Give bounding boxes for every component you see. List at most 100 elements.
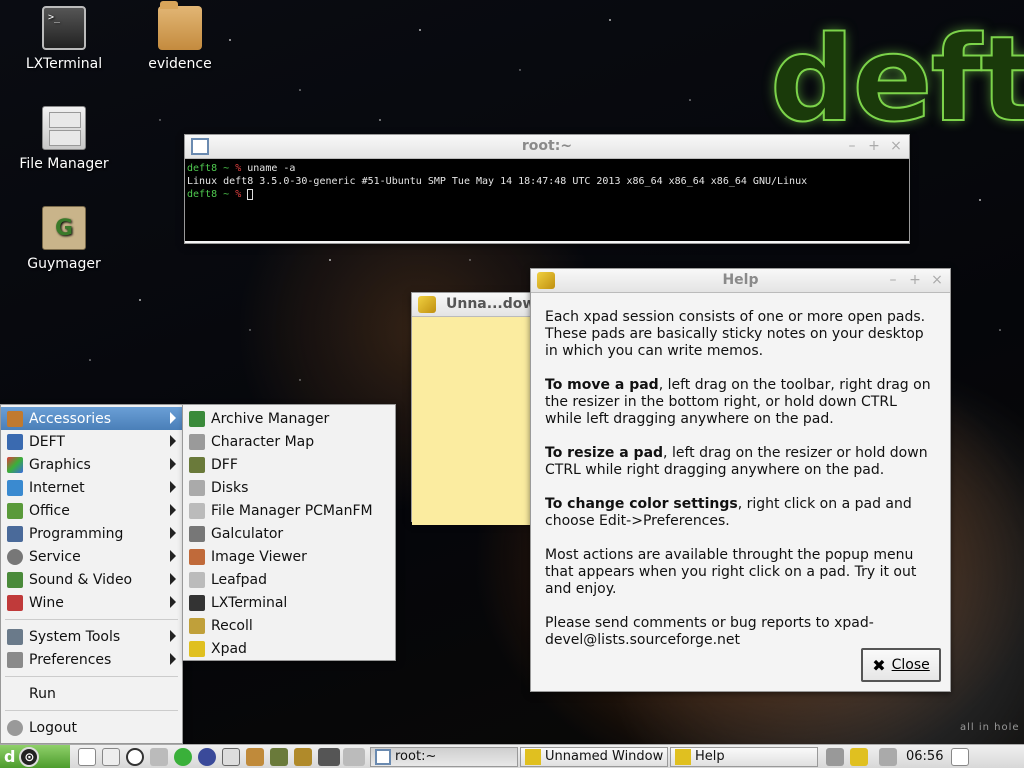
terminal-icon: >_ bbox=[42, 6, 86, 50]
menu-separator bbox=[5, 619, 178, 620]
minimize-icon[interactable]: – bbox=[845, 138, 859, 154]
text-cursor bbox=[247, 188, 254, 200]
maximize-icon[interactable]: + bbox=[867, 138, 881, 154]
help-paragraph: To change color settings, right click on… bbox=[545, 496, 912, 529]
xpad-icon bbox=[189, 640, 205, 657]
xpad-titlebar[interactable]: Unna...dow bbox=[412, 293, 540, 317]
graphics-icon bbox=[7, 456, 23, 473]
taskbar: d ⊙ root:~ Unnamed Window Help 06:56 bbox=[0, 744, 1024, 768]
start-menu-button[interactable]: d ⊙ bbox=[0, 744, 70, 768]
system-tools-icon bbox=[7, 628, 23, 645]
task-unnamed-window[interactable]: Unnamed Window bbox=[520, 746, 668, 767]
menu-item-image-viewer[interactable]: Image Viewer bbox=[183, 545, 395, 568]
pad-text-area[interactable] bbox=[412, 317, 540, 525]
preferences-icon bbox=[7, 651, 23, 668]
show-desktop-icon[interactable] bbox=[78, 747, 96, 766]
menu-item-logout[interactable]: Logout bbox=[1, 716, 182, 739]
menu-item-lxterminal[interactable]: LXTerminal bbox=[183, 591, 395, 614]
file-cabinet-icon bbox=[42, 106, 86, 150]
command-text: uname -a bbox=[247, 163, 296, 174]
xpad-icon bbox=[418, 296, 436, 313]
maximize-icon[interactable]: + bbox=[908, 272, 922, 288]
workspace-1-icon[interactable] bbox=[318, 747, 340, 766]
minimize-icon[interactable]: – bbox=[886, 272, 900, 288]
close-icon[interactable]: × bbox=[930, 272, 944, 288]
close-button[interactable]: ✖ Close bbox=[861, 648, 941, 682]
leafpad-icon bbox=[189, 571, 205, 588]
menu-item-recoll[interactable]: Recoll bbox=[183, 614, 395, 637]
dff-icon[interactable] bbox=[270, 747, 288, 766]
desktop-icon-guymager[interactable]: G Guymager bbox=[9, 206, 119, 272]
menu-item-office[interactable]: Office bbox=[1, 499, 182, 522]
task-terminal[interactable]: root:~ bbox=[370, 746, 518, 767]
menu-item-accessories[interactable]: Accessories bbox=[1, 407, 182, 430]
menu-item-service[interactable]: Service bbox=[1, 545, 182, 568]
menu-item-dff[interactable]: DFF bbox=[183, 453, 395, 476]
menu-item-file-manager-pcmanfm[interactable]: File Manager PCManFM bbox=[183, 499, 395, 522]
accessories-icon bbox=[7, 410, 23, 427]
menu-item-run[interactable]: Run bbox=[1, 682, 182, 705]
search-icon[interactable] bbox=[222, 747, 240, 766]
desktop-icon-file-manager[interactable]: File Manager bbox=[9, 106, 119, 172]
task-help[interactable]: Help bbox=[670, 746, 818, 767]
file-manager-icon[interactable] bbox=[246, 747, 264, 766]
menu-item-internet[interactable]: Internet bbox=[1, 476, 182, 499]
terminal-window: root:~ – + × deft8 ~ % uname -a Linux de… bbox=[184, 134, 910, 244]
eject-icon[interactable] bbox=[150, 747, 168, 766]
network-tray-icon[interactable] bbox=[879, 747, 897, 766]
prompt-tilde: ~ bbox=[223, 189, 230, 200]
window-title: Unna...dow bbox=[446, 296, 536, 312]
menu-item-archive-manager[interactable]: Archive Manager bbox=[183, 407, 395, 430]
desktop-icon-evidence[interactable]: evidence bbox=[125, 1, 235, 72]
clock: 06:56 bbox=[906, 749, 944, 764]
menu-item-graphics[interactable]: Graphics bbox=[1, 453, 182, 476]
tools-icon[interactable] bbox=[294, 747, 312, 766]
desktop-icon-label: File Manager bbox=[19, 156, 109, 172]
guymager-icon: G bbox=[42, 206, 86, 250]
globe-icon[interactable] bbox=[198, 747, 216, 766]
submenu-arrow-icon bbox=[170, 435, 176, 447]
text-editor-icon[interactable] bbox=[102, 747, 120, 766]
menu-item-sound-video[interactable]: Sound & Video bbox=[1, 568, 182, 591]
accessories-submenu: Archive Manager Character Map DFF Disks … bbox=[182, 404, 396, 661]
deft-logo-icon: ⊙ bbox=[19, 746, 40, 767]
network-icon[interactable] bbox=[174, 747, 192, 766]
submenu-arrow-icon bbox=[170, 630, 176, 642]
close-icon[interactable]: × bbox=[889, 138, 903, 154]
submenu-arrow-icon bbox=[170, 596, 176, 608]
help-window: Help – + × Each xpad session consists of… bbox=[530, 268, 951, 692]
menu-separator bbox=[5, 676, 178, 677]
workspace-2-icon[interactable] bbox=[343, 747, 365, 766]
menu-item-wine[interactable]: Wine bbox=[1, 591, 182, 614]
menu-item-disks[interactable]: Disks bbox=[183, 476, 395, 499]
help-text: Each xpad session consists of one or mor… bbox=[531, 293, 950, 682]
image-viewer-icon bbox=[189, 548, 205, 565]
help-paragraph: Each xpad session consists of one or mor… bbox=[545, 309, 926, 359]
xpad-tray-icon[interactable] bbox=[850, 747, 868, 766]
desktop-icon-lxterminal[interactable]: >_ LXTerminal bbox=[9, 6, 119, 72]
menu-item-preferences[interactable]: Preferences bbox=[1, 648, 182, 671]
prompt-symbol: % bbox=[235, 163, 242, 174]
clock-app-icon[interactable] bbox=[126, 747, 144, 766]
menu-item-leafpad[interactable]: Leafpad bbox=[183, 568, 395, 591]
prompt-host: deft8 bbox=[187, 163, 218, 174]
terminal-titlebar[interactable]: root:~ – + × bbox=[185, 135, 909, 159]
desktop-icon-label: evidence bbox=[148, 56, 212, 72]
menu-item-galculator[interactable]: Galculator bbox=[183, 522, 395, 545]
menu-item-programming[interactable]: Programming bbox=[1, 522, 182, 545]
help-titlebar[interactable]: Help – + × bbox=[531, 269, 950, 293]
run-icon bbox=[7, 686, 23, 702]
terminal-output[interactable]: deft8 ~ % uname -a Linux deft8 3.5.0-30-… bbox=[185, 159, 909, 241]
submenu-arrow-icon bbox=[170, 504, 176, 516]
command-output: Linux deft8 3.5.0-30-generic #51-Ubuntu … bbox=[187, 176, 808, 187]
menu-item-xpad[interactable]: Xpad bbox=[183, 637, 395, 660]
window-title: root:~ bbox=[521, 138, 573, 154]
menu-item-character-map[interactable]: Character Map bbox=[183, 430, 395, 453]
submenu-arrow-icon bbox=[170, 653, 176, 665]
notification-icon[interactable] bbox=[951, 747, 970, 766]
corner-caption: all in hole bbox=[960, 722, 1020, 733]
menu-item-system-tools[interactable]: System Tools bbox=[1, 625, 182, 648]
office-icon bbox=[7, 502, 23, 519]
menu-item-deft[interactable]: DEFT bbox=[1, 430, 182, 453]
volume-icon[interactable] bbox=[826, 747, 844, 766]
